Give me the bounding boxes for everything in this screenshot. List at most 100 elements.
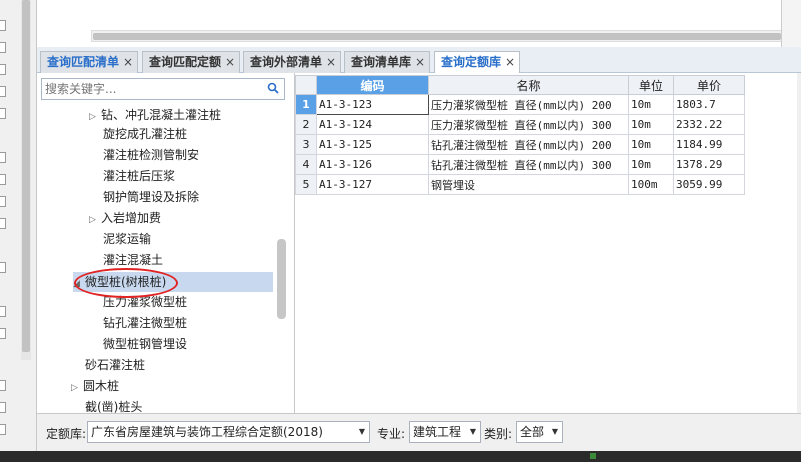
cell-price[interactable]: 3059.99 xyxy=(673,174,745,195)
chevron-down-icon[interactable]: ▼ xyxy=(552,422,558,442)
row-number[interactable]: 4 xyxy=(295,154,317,175)
tree-node[interactable]: 钻孔灌注微型桩 xyxy=(103,313,187,333)
tab-match-list[interactable]: 查询匹配清单 × xyxy=(40,51,139,73)
cell-name[interactable]: 压力灌浆微型桩 直径(mm以内) 200 xyxy=(428,94,629,115)
cell-code[interactable]: A1-3-125 xyxy=(316,134,429,155)
cell-code[interactable]: A1-3-124 xyxy=(316,114,429,135)
column-header-code[interactable]: 编码 xyxy=(316,75,429,95)
quota-grid-panel: 编码 名称 单位 单价 1 A1-3-123 压力灌浆微型桩 直径(mm以内) … xyxy=(295,73,801,413)
type-label: 类别: xyxy=(484,427,513,441)
tree-node[interactable]: 截(凿)桩头 xyxy=(85,397,142,413)
row-checkbox[interactable] xyxy=(0,86,6,97)
cell-price[interactable]: 1184.99 xyxy=(673,134,745,155)
cell-price[interactable]: 2332.22 xyxy=(673,114,745,135)
category-tree-panel: ▷钻、冲孔混凝土灌注桩 旋挖成孔灌注桩 灌注桩检测管制安 灌注桩后压浆 钢护筒埋… xyxy=(37,73,295,413)
tree-node[interactable]: 泥浆运输 xyxy=(103,229,151,249)
tree-node[interactable]: 钢护筒埋设及拆除 xyxy=(103,187,199,207)
cell-unit[interactable]: 10m xyxy=(628,114,674,135)
scroll-thumb[interactable] xyxy=(93,33,781,40)
type-value: 全部 xyxy=(520,425,545,439)
cell-unit[interactable]: 10m xyxy=(628,154,674,175)
type-select[interactable]: 全部 ▼ xyxy=(516,421,563,443)
expand-arrow-icon[interactable]: ▷ xyxy=(71,378,83,398)
cell-name[interactable]: 钻孔灌注微型桩 直径(mm以内) 300 xyxy=(428,154,629,175)
cell-name[interactable]: 钢管埋设 xyxy=(428,174,629,195)
row-number[interactable]: 3 xyxy=(295,134,317,155)
tree-scroll-thumb[interactable] xyxy=(277,239,286,319)
quota-library-select[interactable]: 广东省房屋建筑与装饰工程综合定额(2018) ▼ xyxy=(87,421,370,443)
table-row[interactable]: 2 A1-3-124 压力灌浆微型桩 直径(mm以内) 300 10m 2332… xyxy=(295,114,745,135)
row-checkbox[interactable] xyxy=(0,262,6,273)
row-checkbox[interactable] xyxy=(0,174,6,185)
top-content-area xyxy=(37,0,801,47)
tree-node-label: 灌注混凝土 xyxy=(103,253,164,267)
row-checkbox[interactable] xyxy=(0,328,6,339)
cell-unit[interactable]: 10m xyxy=(628,134,674,155)
row-checkbox[interactable] xyxy=(0,42,6,53)
row-checkbox[interactable] xyxy=(0,402,6,413)
row-checkbox[interactable] xyxy=(0,108,6,119)
close-icon[interactable]: × xyxy=(123,55,133,69)
column-header-name[interactable]: 名称 xyxy=(428,75,629,95)
cell-code[interactable]: A1-3-123 xyxy=(316,94,429,115)
row-checkbox[interactable] xyxy=(0,64,6,75)
cell-price[interactable]: 1803.7 xyxy=(673,94,745,115)
row-checkbox[interactable] xyxy=(0,218,6,229)
row-checkbox[interactable] xyxy=(0,424,6,435)
row-checkbox[interactable] xyxy=(0,196,6,207)
cell-unit[interactable]: 10m xyxy=(628,94,674,115)
tree-node[interactable]: 微型桩钢管埋设 xyxy=(103,334,187,354)
row-checkbox[interactable] xyxy=(0,306,6,317)
cell-name[interactable]: 压力灌浆微型桩 直径(mm以内) 300 xyxy=(428,114,629,135)
right-scrollbar[interactable] xyxy=(797,73,801,413)
expand-arrow-icon[interactable]: ▷ xyxy=(89,210,101,230)
search-box[interactable] xyxy=(41,78,285,100)
close-icon[interactable]: × xyxy=(326,55,336,69)
tab-label: 查询匹配定额 xyxy=(149,55,222,69)
tree-node[interactable]: ▷ 入岩增加费 xyxy=(89,208,161,228)
tab-match-quota[interactable]: 查询匹配定额 × xyxy=(142,51,241,73)
scroll-thumb[interactable] xyxy=(22,0,30,352)
close-icon[interactable]: × xyxy=(225,55,235,69)
cell-code[interactable]: A1-3-126 xyxy=(316,154,429,175)
chevron-down-icon[interactable]: ▼ xyxy=(359,422,365,442)
column-header-price[interactable]: 单价 xyxy=(673,75,745,95)
close-icon[interactable]: × xyxy=(415,55,425,69)
table-row[interactable]: 3 A1-3-125 钻孔灌注微型桩 直径(mm以内) 200 10m 1184… xyxy=(295,134,745,155)
tree-node-label: 圆木桩 xyxy=(83,379,120,393)
tree-node-label: 旋挖成孔灌注桩 xyxy=(103,127,188,141)
tab-quota-library[interactable]: 查询定额库 × xyxy=(434,51,521,74)
row-number[interactable]: 2 xyxy=(295,114,317,135)
table-row[interactable]: 1 A1-3-123 压力灌浆微型桩 直径(mm以内) 200 10m 1803… xyxy=(295,94,745,115)
expand-arrow-icon[interactable]: ▷ xyxy=(89,107,101,127)
row-checkbox[interactable] xyxy=(0,152,6,163)
row-number[interactable]: 5 xyxy=(295,174,317,195)
cell-unit[interactable]: 100m xyxy=(628,174,674,195)
tree-node[interactable]: 灌注混凝土 xyxy=(103,250,163,270)
tree-node[interactable]: ▷ 钻、冲孔混凝土灌注桩 xyxy=(89,105,221,125)
tree-node[interactable]: 灌注桩检测管制安 xyxy=(103,145,199,165)
search-input[interactable] xyxy=(42,79,252,99)
row-number[interactable]: 1 xyxy=(295,94,317,115)
tree-node[interactable]: ▷ 圆木桩 xyxy=(71,376,119,396)
table-row[interactable]: 4 A1-3-126 钻孔灌注微型桩 直径(mm以内) 300 10m 1378… xyxy=(295,154,745,175)
horizontal-scrollbar[interactable] xyxy=(91,30,801,42)
table-row[interactable]: 5 A1-3-127 钢管埋设 100m 3059.99 xyxy=(295,174,745,195)
tree-node-label: 截(凿)桩头 xyxy=(85,400,143,413)
chevron-down-icon[interactable]: ▼ xyxy=(470,422,476,442)
close-icon[interactable]: × xyxy=(505,55,515,69)
major-select[interactable]: 建筑工程 ▼ xyxy=(409,421,481,443)
tab-external-list[interactable]: 查询外部清单 × xyxy=(243,51,342,73)
cell-name[interactable]: 钻孔灌注微型桩 直径(mm以内) 200 xyxy=(428,134,629,155)
row-checkbox[interactable] xyxy=(0,20,6,31)
cell-code[interactable]: A1-3-127 xyxy=(316,174,429,195)
cell-price[interactable]: 1378.29 xyxy=(673,154,745,175)
row-checkbox[interactable] xyxy=(0,380,6,391)
tree-node[interactable]: 旋挖成孔灌注桩 xyxy=(103,124,187,144)
tab-list-library[interactable]: 查询清单库 × xyxy=(344,51,431,73)
left-vertical-scrollbar[interactable] xyxy=(21,0,31,360)
tree-node[interactable]: 砂石灌注桩 xyxy=(85,355,145,375)
tree-node[interactable]: 灌注桩后压浆 xyxy=(103,166,175,186)
column-header-unit[interactable]: 单位 xyxy=(628,75,674,95)
search-icon[interactable] xyxy=(266,81,280,95)
